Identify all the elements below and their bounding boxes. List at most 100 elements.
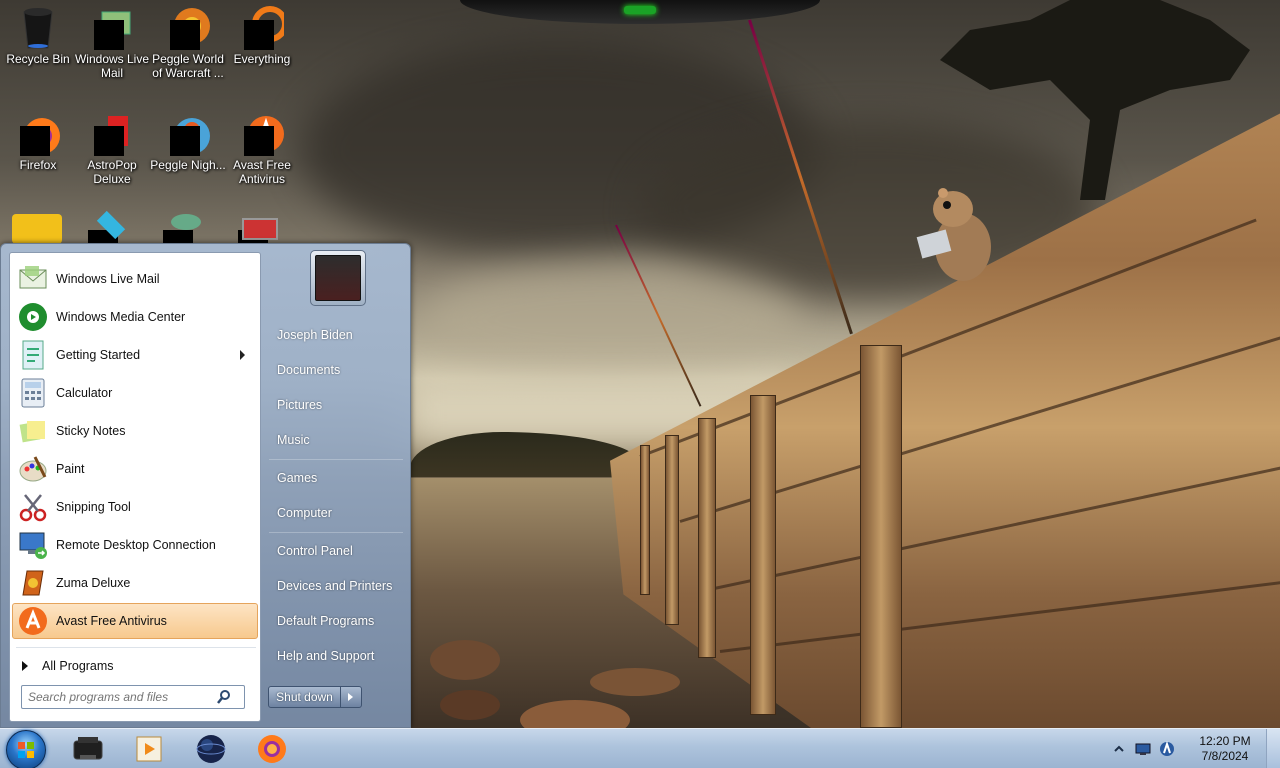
desktop-icon-peggle-wow[interactable]: Peggle World of Warcraft ...	[150, 6, 226, 80]
start-menu-programs-pane: Windows Live Mail Windows Media Center G…	[9, 252, 261, 722]
search-input[interactable]	[22, 687, 212, 707]
program-avast-free-antivirus[interactable]: Avast Free Antivirus	[12, 603, 258, 639]
submenu-arrow-icon	[240, 350, 245, 360]
network-icon[interactable]	[1134, 740, 1152, 758]
calculator-icon	[17, 377, 49, 409]
link-user-folder[interactable]: Joseph Biden	[265, 320, 403, 350]
astropop-icon	[90, 112, 134, 156]
program-paint[interactable]: Paint	[12, 451, 258, 487]
desktop-icon-partial[interactable]	[163, 214, 207, 244]
system-clock[interactable]: 12:20 PM 7/8/2024	[1190, 734, 1260, 764]
taskbar-globe[interactable]	[193, 733, 229, 765]
gadget-indicator-light	[624, 6, 656, 14]
program-remote-desktop[interactable]: Remote Desktop Connection	[12, 527, 258, 563]
desktop-icon-astropop[interactable]: AstroPop Deluxe	[74, 112, 150, 186]
desktop-icon-recycle-bin[interactable]: Recycle Bin	[0, 6, 76, 66]
link-help-and-support[interactable]: Help and Support	[265, 641, 403, 671]
getting-started-icon	[17, 339, 49, 371]
wall-post	[860, 345, 902, 728]
desktop-icon-partial[interactable]	[88, 210, 132, 244]
everything-search-icon	[240, 6, 288, 50]
redacted-overlay	[244, 126, 274, 156]
user-avatar[interactable]	[310, 250, 366, 306]
avast-icon	[240, 112, 284, 156]
show-hidden-icons-icon[interactable]	[1110, 740, 1128, 758]
mail-icon	[17, 263, 49, 295]
clock-date: 7/8/2024	[1201, 749, 1249, 763]
shutdown-button-group: Shut down	[268, 686, 362, 708]
separator	[269, 532, 403, 533]
link-games[interactable]: Games	[265, 463, 403, 493]
link-devices-and-printers[interactable]: Devices and Printers	[265, 571, 403, 601]
redacted-overlay	[94, 126, 124, 156]
desktop-icon-windows-live-mail[interactable]: Windows Live Mail	[74, 6, 150, 80]
link-pictures[interactable]: Pictures	[265, 390, 403, 420]
redacted-overlay	[170, 126, 200, 156]
link-control-panel[interactable]: Control Panel	[265, 536, 403, 566]
program-windows-media-center[interactable]: Windows Media Center	[12, 299, 258, 335]
redacted-overlay	[94, 20, 124, 50]
rock	[440, 690, 500, 720]
link-documents[interactable]: Documents	[265, 355, 403, 385]
scissors-icon	[17, 491, 49, 523]
tree-silhouette	[940, 0, 1250, 200]
start-button[interactable]	[6, 730, 46, 768]
globe-icon	[196, 735, 226, 763]
paint-icon	[17, 453, 49, 485]
sticky-notes-icon	[17, 415, 49, 447]
taskbar-media-player[interactable]	[131, 733, 167, 765]
separator	[269, 459, 403, 460]
link-computer[interactable]: Computer	[265, 498, 403, 528]
program-calculator[interactable]: Calculator	[12, 375, 258, 411]
recycle-bin-icon	[16, 6, 60, 50]
desktop-icon-partial[interactable]	[238, 218, 282, 244]
all-programs-button[interactable]: All Programs	[12, 651, 258, 681]
desktop-icon-firefox[interactable]: Firefox	[0, 112, 76, 172]
program-snipping-tool[interactable]: Snipping Tool	[12, 489, 258, 525]
desktop-icon-everything[interactable]: Everything	[224, 6, 300, 66]
rock	[590, 668, 680, 696]
redacted-overlay	[170, 20, 200, 50]
zuma-icon	[17, 567, 49, 599]
separator	[16, 647, 256, 648]
program-sticky-notes[interactable]: Sticky Notes	[12, 413, 258, 449]
start-menu: Windows Live Mail Windows Media Center G…	[0, 243, 411, 728]
peggle-wow-icon	[166, 6, 210, 50]
desktop-icon-avast[interactable]: Avast Free Antivirus	[224, 112, 300, 186]
program-windows-live-mail[interactable]: Windows Live Mail	[12, 261, 258, 297]
taskbar: 12:20 PM 7/8/2024	[0, 728, 1280, 768]
program-getting-started[interactable]: Getting Started	[12, 337, 258, 373]
search-programs-box[interactable]	[21, 685, 245, 709]
firefox-icon	[16, 112, 60, 156]
start-menu-places-pane: Joseph Biden Documents Pictures Music Ga…	[263, 244, 411, 728]
hamster-figure	[916, 188, 991, 281]
printer-icon	[73, 737, 103, 760]
show-desktop-button[interactable]	[1266, 729, 1280, 768]
windows-logo-icon	[18, 742, 34, 758]
link-default-programs[interactable]: Default Programs	[265, 606, 403, 636]
avast-icon	[17, 605, 49, 637]
right-arrow-icon	[22, 661, 28, 671]
redacted-overlay	[244, 20, 274, 50]
desktop-icon-peggle-nights[interactable]: Peggle Nigh...	[150, 112, 226, 172]
avast-tray-icon[interactable]	[1158, 740, 1176, 758]
system-tray: 12:20 PM 7/8/2024	[1110, 729, 1280, 768]
wall-post	[665, 435, 679, 625]
mail-icon	[90, 6, 134, 50]
clock-time: 12:20 PM	[1199, 734, 1251, 748]
media-center-icon	[17, 301, 49, 333]
shutdown-options-arrow-icon[interactable]	[341, 687, 361, 707]
program-zuma-deluxe[interactable]: Zuma Deluxe	[12, 565, 258, 601]
desktop-icon-partial[interactable]	[12, 214, 62, 244]
media-player-icon	[136, 736, 162, 762]
rock	[430, 640, 500, 680]
shutdown-button[interactable]: Shut down	[269, 687, 341, 707]
taskbar-printer[interactable]	[70, 733, 106, 765]
link-music[interactable]: Music	[265, 425, 403, 455]
search-icon[interactable]	[216, 689, 232, 705]
firefox-icon	[258, 735, 286, 763]
bright-cloud	[420, 260, 800, 380]
peggle-nights-icon	[166, 112, 210, 156]
redacted-overlay	[20, 126, 50, 156]
taskbar-firefox[interactable]	[254, 733, 290, 765]
